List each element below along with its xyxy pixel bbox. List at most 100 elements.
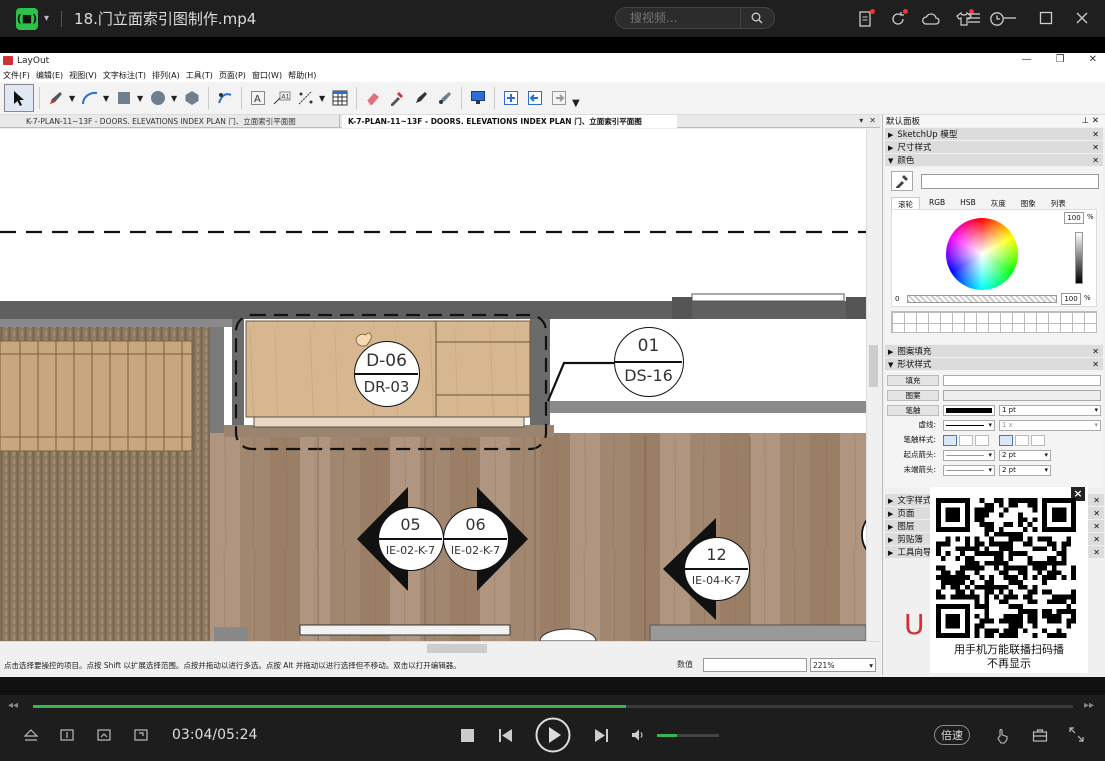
elevation-tag-05[interactable]: 05 IE-02-K-7 [378,507,444,571]
seek-back-icon[interactable]: ◂◂ [8,700,18,711]
close-icon[interactable]: ✕ [1092,143,1099,152]
minimize-icon[interactable]: — [1022,54,1032,65]
cloud-icon[interactable] [921,9,941,29]
tab-document-1[interactable]: K-7-PLAN-11~13F - DOORS. ELEVATIONS INDE… [20,115,340,128]
door-schedule-tag[interactable]: 01 DS-16 [614,327,684,397]
menu-help[interactable]: 帮助(H) [288,70,316,81]
screenshot-icon[interactable] [96,728,112,742]
search-button[interactable] [740,8,772,28]
join-tool-button[interactable] [434,87,456,109]
stop-button[interactable] [461,729,474,742]
close-icon[interactable]: ✕ [869,116,876,125]
menu-edit[interactable]: 编辑(E) [36,70,63,81]
restore-icon[interactable]: ❐ [1056,54,1065,65]
end-arrow-size-select[interactable]: 2 pt ▾ [999,464,1051,476]
next-page-button[interactable] [548,87,570,109]
previous-page-button[interactable] [524,87,546,109]
search-input[interactable] [616,11,740,25]
dimension-tool-button[interactable] [295,87,317,109]
menu-window[interactable]: 窗口(W) [252,70,282,81]
player-logo-icon[interactable]: (■) [16,7,38,30]
label-tool-button[interactable]: A1 [271,87,293,109]
scroll-thumb[interactable] [869,345,878,387]
picture-in-picture-icon[interactable] [133,728,149,742]
fullscreen-icon[interactable] [1069,727,1084,742]
close-icon[interactable] [1073,9,1091,27]
menu-file[interactable]: 文件(F) [3,70,30,81]
minimize-icon[interactable] [1001,9,1019,27]
section-shape-style[interactable]: ▼ 形状样式 ✕ [885,358,1103,370]
close-icon[interactable]: ✕ [1092,130,1099,139]
qr-dismiss-link[interactable]: 不再显示 [930,657,1088,671]
add-page-button[interactable] [500,87,522,109]
chevron-down-icon[interactable]: ▼ [319,94,327,103]
section-pattern-fill[interactable]: ▶ 图案填充 ✕ [885,345,1103,357]
close-icon[interactable]: ✕ [1092,360,1099,369]
close-icon[interactable]: ✕ [1092,156,1099,165]
split-tool-button[interactable] [410,87,432,109]
close-icon[interactable]: ✕ [1093,548,1100,557]
stroke-color-field[interactable] [943,404,995,416]
menu-pages[interactable]: 页面(P) [219,70,246,81]
end-arrow-select[interactable]: ▾ [943,464,995,476]
chevron-down-icon[interactable]: ▾ [44,13,49,24]
menu-text[interactable]: 文字标注(T) [103,70,146,81]
pattern-toggle[interactable]: 图案 [887,389,939,401]
next-button[interactable] [594,728,609,743]
video-search[interactable] [615,7,775,29]
join-bevel-button[interactable] [1031,434,1045,446]
eraser-tool-button[interactable] [362,87,384,109]
playback-speed-button[interactable]: 倍速 [934,725,970,745]
subtitle-icon[interactable] [59,728,75,742]
start-arrow-select[interactable]: ▾ [943,449,995,461]
tab-list-icon[interactable]: ▾ [859,116,863,125]
cap-round-button[interactable] [959,434,973,446]
chevron-down-icon[interactable]: ▼ [572,98,580,109]
hand-icon[interactable] [996,728,1010,744]
opacity-field[interactable]: 100 [1061,293,1081,305]
toolbox-icon[interactable] [1032,728,1048,742]
rectangle-tool-button[interactable] [113,87,135,109]
chevron-down-icon[interactable]: ▼ [69,94,77,103]
seek-bar[interactable] [33,705,1073,708]
vertical-scrollbar[interactable] [866,129,880,641]
elevation-tag-06[interactable]: 06 IE-02-K-7 [443,507,509,571]
doc-icon[interactable] [855,9,875,29]
section-dimension-style[interactable]: ▶ 尺寸样式 ✕ [885,141,1103,153]
drawing-canvas[interactable]: D-06 DR-03 01 DS-16 05 IE-02-K-7 06 IE-0… [0,129,866,641]
previous-button[interactable] [498,728,513,743]
dash-scale-select[interactable]: 1 x ▾ [999,419,1101,431]
cap-flat-button[interactable] [943,434,957,446]
text-tool-button[interactable]: A [247,87,269,109]
measurement-input[interactable] [703,658,807,672]
table-tool-button[interactable] [329,87,351,109]
fill-toggle[interactable]: 填充 [887,374,939,386]
close-icon[interactable]: ✕ [1093,496,1100,505]
maximize-icon[interactable] [1037,9,1055,27]
volume-icon[interactable] [631,728,645,742]
horizontal-scrollbar[interactable] [0,641,880,654]
color-swatch-grid[interactable] [891,311,1097,333]
close-icon[interactable]: ✕ [1089,54,1097,65]
volume-slider[interactable] [657,734,719,737]
polygon-tool-button[interactable] [181,87,203,109]
brightness-slider[interactable] [1075,232,1083,284]
fill-color-field[interactable] [943,374,1101,386]
close-icon[interactable]: ✕ [1093,509,1100,518]
play-button[interactable] [535,717,571,753]
menu-view[interactable]: 视图(V) [69,70,97,81]
tab-document-2[interactable]: K-7-PLAN-11~13F - DOORS. ELEVATIONS INDE… [342,115,677,128]
door-tag[interactable]: D-06 DR-03 [354,341,420,407]
chevron-down-icon[interactable]: ▼ [137,94,145,103]
zoom-select[interactable]: 221% ▾ [810,658,876,672]
chevron-down-icon[interactable]: ▼ [171,94,179,103]
menu-icon[interactable] [965,9,983,27]
scroll-thumb[interactable] [427,644,487,653]
close-icon[interactable]: ✕ [1093,535,1100,544]
pencil-tool-button[interactable] [45,87,67,109]
tray-controls[interactable]: ⊥ ✕ [1082,116,1099,126]
dash-select[interactable]: ▾ [943,419,995,431]
join-miter-button[interactable] [999,434,1013,446]
pattern-field[interactable] [943,389,1101,401]
arc-tool-button[interactable] [79,87,101,109]
